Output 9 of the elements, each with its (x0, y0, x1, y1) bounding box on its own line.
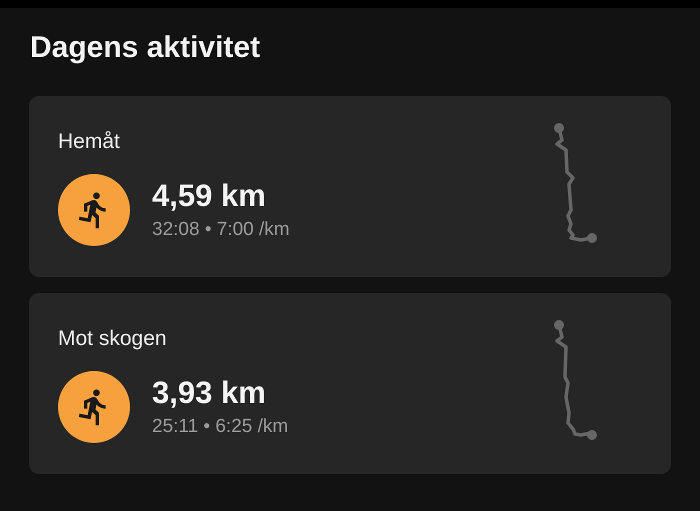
distance-text: 4,59 km (152, 178, 267, 214)
activity-card[interactable]: Mot skogen 3,93 km 25:11 • 6:25 /km (29, 293, 671, 474)
activity-name: Mot skogen (58, 326, 168, 352)
activity-card[interactable]: Hemåt 4,59 km 32:08 • 7:00 /km (29, 96, 671, 277)
section-title: Dagens aktivitet (30, 30, 262, 66)
duration-pace-text: 25:11 • 6:25 /km (152, 415, 288, 439)
activity-name: Hemåt (58, 129, 121, 155)
duration-pace-text: 32:08 • 7:00 /km (152, 218, 290, 242)
distance-text: 3,93 km (152, 375, 267, 411)
